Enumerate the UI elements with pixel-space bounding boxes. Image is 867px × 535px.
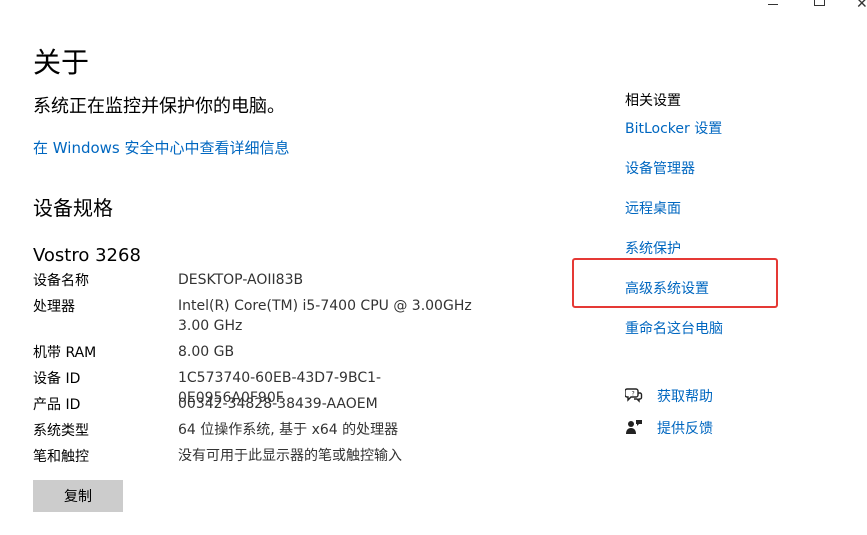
spec-value: 00342-34828-38439-AAOEM <box>178 396 378 412</box>
spec-value-line-2: 3.00 GHz <box>178 318 243 334</box>
advanced-system-settings-link[interactable]: 高级系统设置 <box>625 278 709 298</box>
give-feedback-link[interactable]: 提供反馈 <box>657 418 713 438</box>
spec-label: 机带 RAM <box>33 345 97 361</box>
copy-button[interactable]: 复制 <box>33 480 123 512</box>
spec-value: 8.00 GB <box>178 344 235 360</box>
protection-status-text: 系统正在监控并保护你的电脑。 <box>33 96 285 117</box>
spec-label: 处理器 <box>33 299 75 315</box>
minimize-icon[interactable] <box>768 4 778 5</box>
related-settings-heading: 相关设置 <box>625 93 681 109</box>
system-protection-link[interactable]: 系统保护 <box>625 238 681 258</box>
spec-value: DESKTOP-AOII83B <box>178 272 304 288</box>
bitlocker-settings-link[interactable]: BitLocker 设置 <box>625 118 722 138</box>
spec-label: 设备名称 <box>33 273 89 289</box>
spec-label: 设备 ID <box>33 371 81 387</box>
spec-value: 没有可用于此显示器的笔或触控输入 <box>178 448 402 464</box>
spec-label: 系统类型 <box>33 423 89 439</box>
close-icon[interactable]: ✕ <box>856 0 867 12</box>
help-chat-icon: ? <box>624 386 643 404</box>
maximize-icon[interactable] <box>814 0 825 6</box>
spec-label: 笔和触控 <box>33 449 89 465</box>
remote-desktop-link[interactable]: 远程桌面 <box>625 198 681 218</box>
get-help-link[interactable]: 获取帮助 <box>657 386 713 406</box>
rename-pc-link[interactable]: 重命名这台电脑 <box>625 318 723 338</box>
svg-text:?: ? <box>632 391 635 398</box>
device-manager-link[interactable]: 设备管理器 <box>625 158 695 178</box>
device-specs-heading: 设备规格 <box>33 196 113 220</box>
device-model: Vostro 3268 <box>33 245 141 266</box>
page-title: 关于 <box>33 46 90 79</box>
spec-label: 产品 ID <box>33 397 81 413</box>
spec-value: 64 位操作系统, 基于 x64 的处理器 <box>178 422 399 438</box>
feedback-icon <box>625 418 643 436</box>
windows-security-link[interactable]: 在 Windows 安全中心中查看详细信息 <box>33 137 290 158</box>
spec-value: Intel(R) Core(TM) i5-7400 CPU @ 3.00GHz … <box>178 296 478 336</box>
spec-value-line-1: Intel(R) Core(TM) i5-7400 CPU @ 3.00GHz <box>178 298 472 314</box>
